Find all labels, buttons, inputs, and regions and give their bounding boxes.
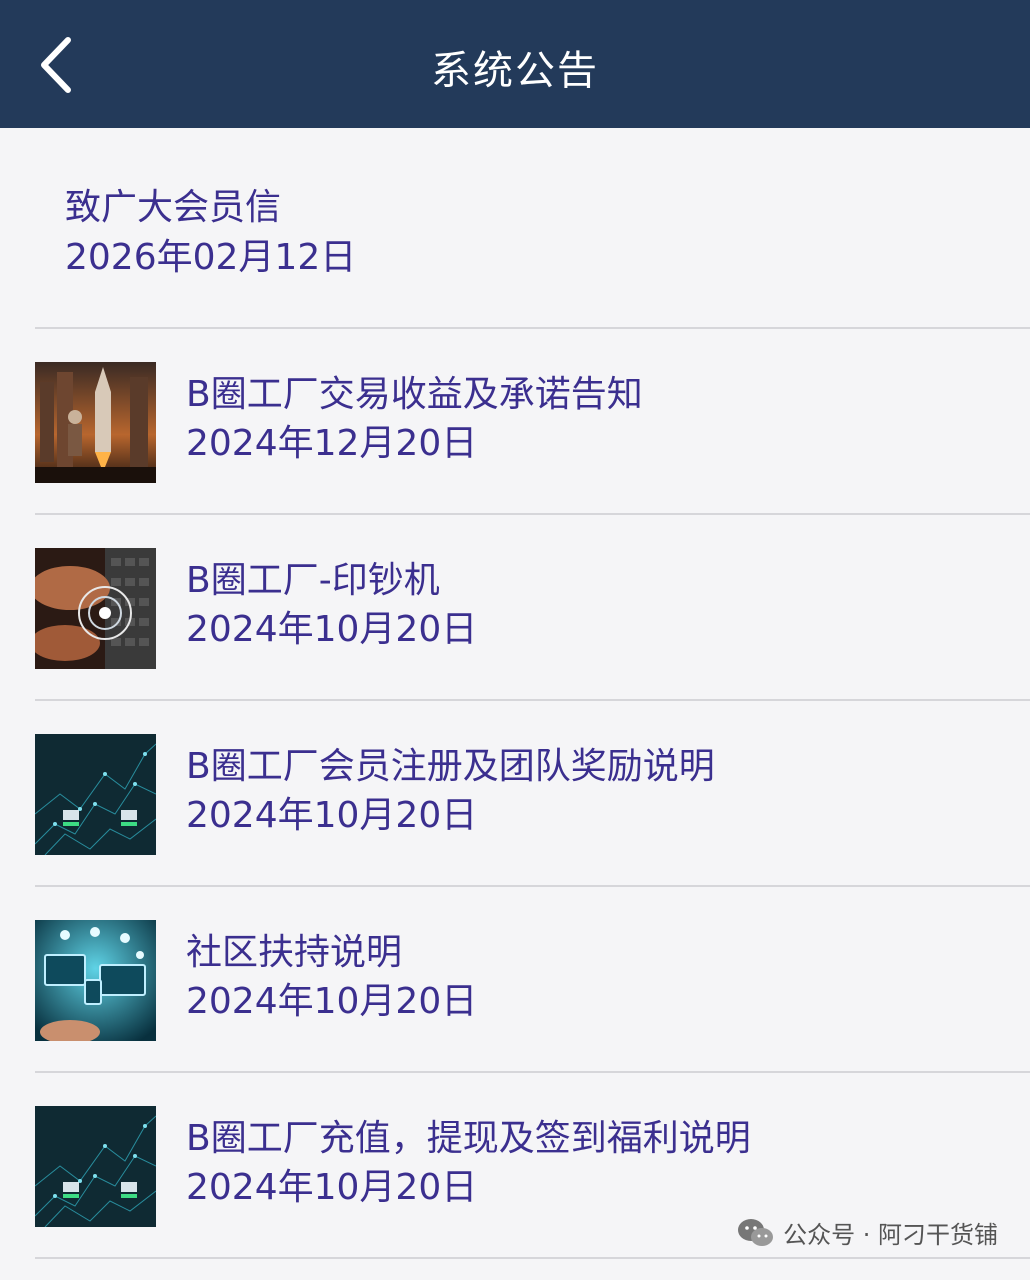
- notice-date: 2024年10月20日: [186, 609, 478, 650]
- pinned-notice[interactable]: 致广大会员信 2026年02月12日: [0, 128, 1030, 328]
- notice-date: 2024年10月20日: [186, 795, 478, 836]
- notice-list: B圈工厂交易收益及承诺告知 2024年12月20日 B圈工厂-印钞机 2024年…: [0, 327, 1030, 1259]
- notice-thumbnail: [35, 362, 156, 483]
- notice-thumbnail: [35, 920, 156, 1041]
- notice-item[interactable]: B圈工厂-印钞机 2024年10月20日: [35, 513, 1030, 699]
- wechat-icon: [738, 1218, 774, 1246]
- notice-date: 2024年10月20日: [186, 981, 478, 1022]
- notice-title: B圈工厂充值，提现及签到福利说明: [186, 1118, 751, 1159]
- page-title: 系统公告: [431, 48, 599, 94]
- notice-title: B圈工厂交易收益及承诺告知: [186, 374, 643, 415]
- notice-thumbnail: [35, 734, 156, 855]
- notice-date: 2024年12月20日: [186, 423, 478, 464]
- notice-title: 社区扶持说明: [186, 932, 403, 973]
- notice-title: B圈工厂-印钞机: [186, 560, 440, 601]
- notice-item[interactable]: B圈工厂会员注册及团队奖励说明 2024年10月20日: [35, 699, 1030, 885]
- notice-item[interactable]: 社区扶持说明 2024年10月20日: [35, 885, 1030, 1071]
- notice-title: 致广大会员信: [65, 187, 282, 228]
- notice-thumbnail: [35, 1106, 156, 1227]
- notice-title: B圈工厂会员注册及团队奖励说明: [186, 746, 715, 787]
- watermark: 公众号 · 阿刁干货铺: [737, 1215, 998, 1250]
- notice-date: 2026年02月12日: [65, 237, 357, 278]
- notice-date: 2024年10月20日: [186, 1167, 478, 1208]
- notice-item[interactable]: B圈工厂交易收益及承诺告知 2024年12月20日: [35, 327, 1030, 513]
- notice-thumbnail: [35, 548, 156, 669]
- top-app-bar: 系统公告: [0, 0, 1030, 128]
- watermark-text: 公众号 · 阿刁干货铺: [783, 1221, 998, 1249]
